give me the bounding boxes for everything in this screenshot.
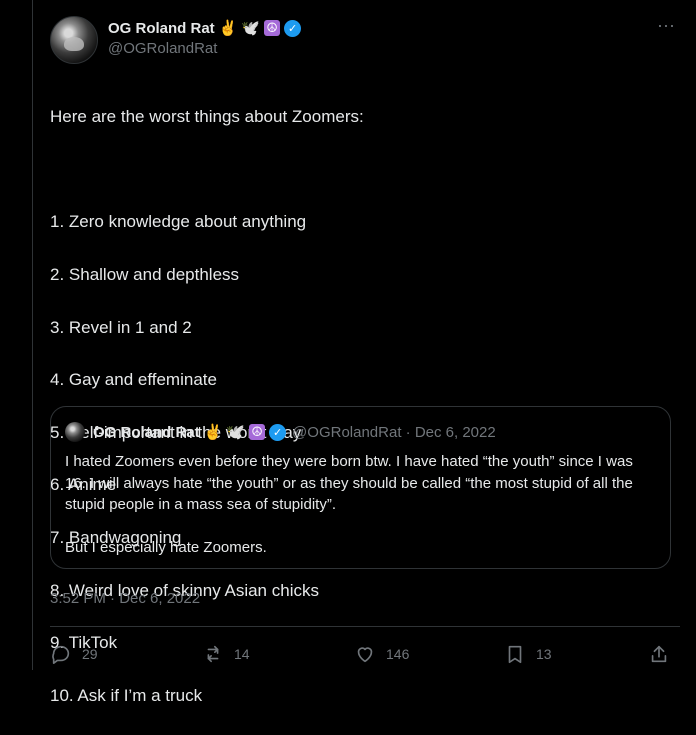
dove-emoji: 🕊️ [241, 19, 261, 37]
repost-icon [207, 645, 219, 663]
list-item: 1. Zero knowledge about anything [50, 212, 307, 232]
tweet-card: OG Roland Rat ✌️ 🕊️ ☮ ✓ @OGRolandRat ···… [33, 0, 696, 705]
avatar[interactable] [50, 16, 98, 64]
reply-count: 29 [82, 646, 98, 662]
quoted-tweet[interactable]: OG Roland Rat ✌️ 🕊️ ☮ ✓ @OGRolandRat · D… [50, 406, 671, 569]
repost-count: 14 [234, 646, 250, 662]
tweet-actions: 29 14 146 13 [50, 641, 680, 667]
quoted-handle-date[interactable]: @OGRolandRat · Dec 6, 2022 [292, 424, 496, 441]
quoted-tweet-body: I hated Zoomers even before they were bo… [65, 451, 650, 579]
quoted-dove-emoji: 🕊️ [226, 423, 246, 441]
repost-button[interactable]: 14 [202, 641, 250, 667]
quoted-tweet-header: OG Roland Rat ✌️ 🕊️ ☮ ✓ @OGRolandRat · D… [65, 421, 496, 443]
quoted-paragraph: But I especially hate Zoomers. [65, 538, 267, 556]
share-icon [651, 645, 667, 663]
bookmark-count: 13 [536, 646, 552, 662]
quoted-victory-hand-emoji: ✌️ [203, 423, 223, 441]
verified-badge-icon: ✓ [284, 19, 302, 37]
tweet-intro: Here are the worst things about Zoomers: [50, 107, 364, 127]
like-button[interactable]: 146 [354, 641, 409, 667]
quoted-display-name[interactable]: OG Roland Rat [93, 424, 200, 441]
action-divider [50, 626, 680, 627]
list-item: 10. Ask if I’m a truck [50, 685, 203, 705]
display-name[interactable]: OG Roland Rat [108, 20, 215, 37]
peace-symbol-emoji: ☮ [264, 20, 281, 36]
list-item: 4. Gay and effeminate [50, 370, 217, 390]
author-handle[interactable]: @OGRolandRat [108, 40, 217, 57]
bookmark-icon [508, 645, 522, 664]
reply-button[interactable]: 29 [50, 641, 98, 667]
like-count: 146 [386, 646, 410, 662]
list-item: 2. Shallow and depthless [50, 265, 240, 285]
quoted-paragraph: I hated Zoomers even before they were bo… [65, 453, 633, 513]
bookmark-button[interactable]: 13 [504, 641, 552, 667]
heart-icon [357, 647, 373, 663]
share-button[interactable] [648, 641, 670, 667]
more-icon[interactable]: ··· [652, 16, 680, 40]
list-item: 3. Revel in 1 and 2 [50, 317, 192, 337]
tweet-timestamp[interactable]: 3:52 PM · Dec 6, 2022 [50, 590, 200, 607]
quoted-verified-badge-icon: ✓ [269, 423, 287, 441]
author-name-row: OG Roland Rat ✌️ 🕊️ ☮ ✓ [108, 18, 302, 38]
reply-icon [52, 645, 70, 664]
tweet-header: OG Roland Rat ✌️ 🕊️ ☮ ✓ @OGRolandRat ··· [50, 16, 680, 64]
quoted-avatar[interactable] [65, 422, 85, 442]
victory-hand-emoji: ✌️ [218, 19, 238, 37]
quoted-peace-symbol-emoji: ☮ [249, 424, 266, 440]
